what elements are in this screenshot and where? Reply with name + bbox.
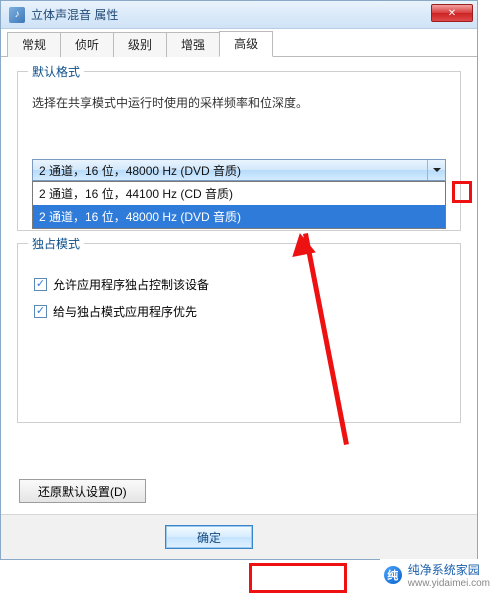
dropdown-item-cd[interactable]: 2 通道，16 位，44100 Hz (CD 音质) xyxy=(33,182,445,205)
watermark-text-wrap: 纯净系统家园 www.yidaimei.com xyxy=(408,561,490,589)
dropdown-item-dvd[interactable]: 2 通道，16 位，48000 Hz (DVD 音质) xyxy=(33,205,445,228)
watermark: 纯 纯净系统家园 www.yidaimei.com xyxy=(380,559,494,591)
tab-advanced[interactable]: 高级 xyxy=(219,31,273,57)
ok-button[interactable]: 确定 xyxy=(165,525,253,549)
restore-defaults-label: 还原默认设置(D) xyxy=(38,483,127,500)
chevron-down-icon[interactable] xyxy=(427,160,445,180)
restore-defaults-button[interactable]: 还原默认设置(D) xyxy=(19,479,146,503)
checkbox-row-exclusive-priority[interactable]: 给与独占模式应用程序优先 xyxy=(34,303,446,320)
tab-enhance[interactable]: 增强 xyxy=(166,32,220,57)
tab-listen[interactable]: 侦听 xyxy=(60,32,114,57)
checkbox-label-exclusive-priority: 给与独占模式应用程序优先 xyxy=(53,303,197,320)
window-title: 立体声混音 属性 xyxy=(31,6,118,23)
format-combobox-value: 2 通道，16 位，48000 Hz (DVD 音质) xyxy=(39,162,241,179)
group-default-format: 默认格式 选择在共享模式中运行时使用的采样频率和位深度。 2 通道，16 位，4… xyxy=(17,71,461,231)
dialog-window: ♪ 立体声混音 属性 ✕ 常规 侦听 级别 增强 高级 默认格式 选择在共享模式… xyxy=(0,0,478,560)
ok-button-label: 确定 xyxy=(197,529,221,546)
tab-content: 默认格式 选择在共享模式中运行时使用的采样频率和位深度。 2 通道，16 位，4… xyxy=(1,57,477,443)
dialog-footer: 确定 xyxy=(1,514,477,559)
checkbox-icon xyxy=(34,278,47,291)
annotation-box-ok xyxy=(249,563,347,593)
watermark-icon: 纯 xyxy=(384,566,402,584)
watermark-name: 纯净系统家园 xyxy=(408,561,490,578)
close-button[interactable]: ✕ xyxy=(431,4,473,22)
group-title-exclusive: 独占模式 xyxy=(28,235,84,252)
format-combobox[interactable]: 2 通道，16 位，48000 Hz (DVD 音质) xyxy=(32,159,446,181)
checkbox-label-allow-exclusive: 允许应用程序独占控制该设备 xyxy=(53,276,209,293)
title-bar: ♪ 立体声混音 属性 ✕ xyxy=(1,1,477,29)
group-exclusive-mode: 独占模式 允许应用程序独占控制该设备 给与独占模式应用程序优先 xyxy=(17,243,461,423)
tab-bar: 常规 侦听 级别 增强 高级 xyxy=(1,29,477,57)
checkbox-icon xyxy=(34,305,47,318)
watermark-url: www.yidaimei.com xyxy=(408,578,490,589)
close-icon: ✕ xyxy=(448,8,456,19)
group-title-default-format: 默认格式 xyxy=(28,63,84,80)
format-dropdown: 2 通道，16 位，44100 Hz (CD 音质) 2 通道，16 位，480… xyxy=(32,181,446,229)
tab-levels[interactable]: 级别 xyxy=(113,32,167,57)
checkbox-row-allow-exclusive[interactable]: 允许应用程序独占控制该设备 xyxy=(34,276,446,293)
default-format-desc: 选择在共享模式中运行时使用的采样频率和位深度。 xyxy=(32,94,446,111)
format-combo-wrap: 2 通道，16 位，48000 Hz (DVD 音质) 2 通道，16 位，44… xyxy=(32,159,446,181)
window-icon: ♪ xyxy=(9,7,25,23)
tab-general[interactable]: 常规 xyxy=(7,32,61,57)
